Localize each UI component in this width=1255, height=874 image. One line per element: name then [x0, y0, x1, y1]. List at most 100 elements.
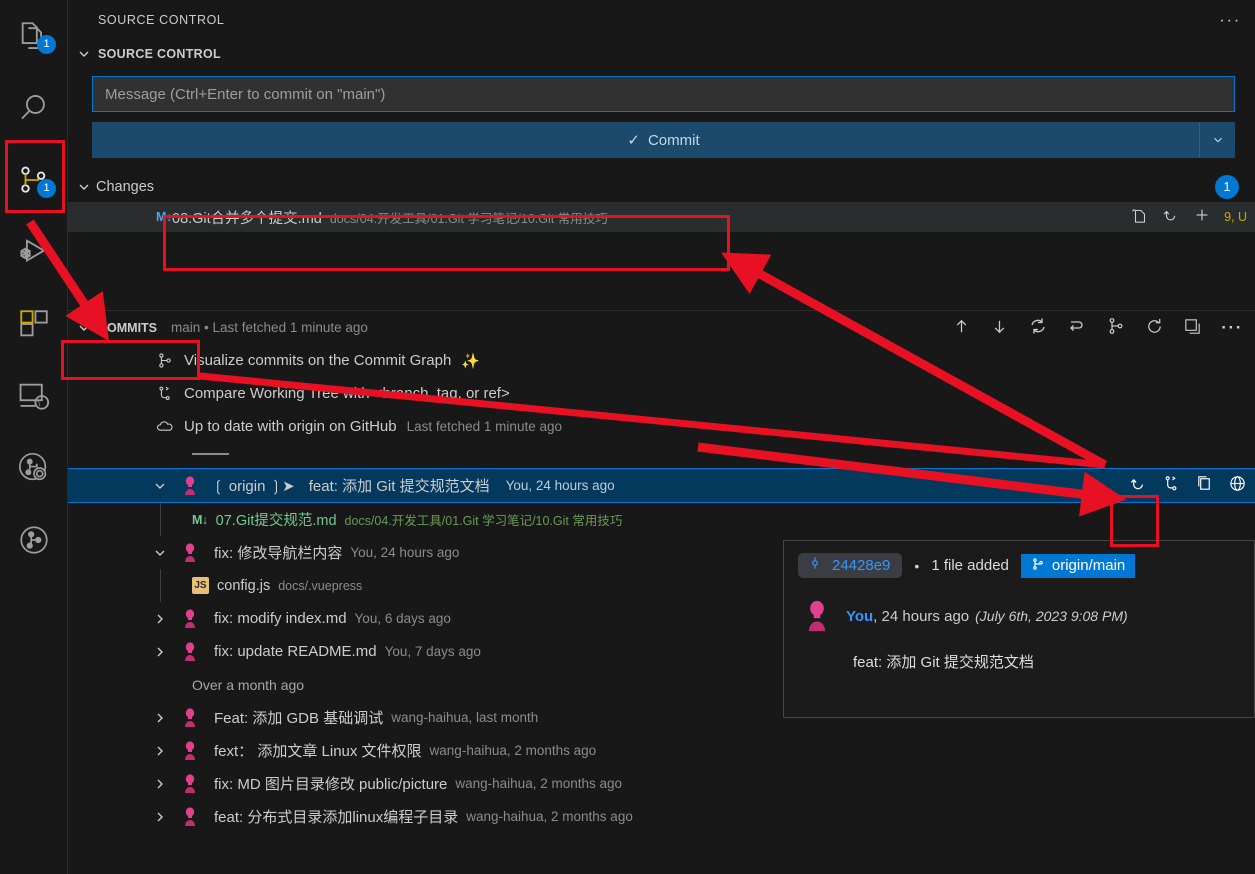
source-control-panel: SOURCE CONTROL ··· SOURCE CONTROL Messag… — [68, 0, 1255, 874]
panel-title-bar: SOURCE CONTROL ··· — [68, 0, 1255, 40]
chevron-right-icon[interactable] — [152, 710, 168, 726]
compare-icon — [156, 385, 174, 403]
command-label: Visualize commits on the Commit Graph — [184, 352, 452, 369]
chevron-right-icon[interactable] — [152, 809, 168, 825]
commit-message-input[interactable]: Message (Ctrl+Enter to commit on "main") — [92, 76, 1235, 112]
commit-sha-pill[interactable]: 24428e9 — [798, 553, 903, 578]
sidebar-item-explorer[interactable]: 1 — [0, 0, 68, 72]
refresh-icon[interactable] — [1145, 317, 1164, 339]
chevron-right-icon[interactable] — [152, 743, 168, 759]
sidebar-item-extensions[interactable] — [0, 288, 68, 360]
commit-row[interactable]: fix: MD 图片目录修改 public/picture wang-haihu… — [68, 767, 1255, 800]
commit-row[interactable]: fext： 添加文章 Linux 文件权限 wang-haihua, 2 mon… — [68, 734, 1255, 767]
commit-relative-time: , 24 hours ago — [873, 607, 970, 625]
vscode-window: 1 1 \ SOURCE CONTROL ··· SOURCE CONTROL … — [0, 0, 1255, 874]
file-path: docs/04.开发工具/01.Git 学习笔记/10.Git 常用技巧 — [344, 514, 623, 528]
commit-graph-icon[interactable] — [1106, 316, 1126, 339]
commit-meta: You, 6 days ago — [354, 611, 451, 626]
open-file-icon[interactable] — [1131, 206, 1149, 229]
sidebar-item-run-and-debug[interactable] — [0, 216, 68, 288]
sidebar-item-source-control[interactable]: 1 — [0, 144, 68, 216]
stage-changes-icon[interactable] — [1193, 206, 1211, 229]
commit-file-row[interactable]: M↓ 07.Git提交规范.md docs/04.开发工具/01.Git 学习笔… — [68, 503, 1255, 536]
commit-message: fix: modify index.md — [214, 610, 347, 627]
chevron-right-icon[interactable] — [152, 776, 168, 792]
hover-card-commit-message: feat: 添加 Git 提交规范文档 — [853, 654, 1034, 671]
commits-toolbar: ··· — [952, 316, 1243, 339]
commit-hover-card: 24428e9 • 1 file added origin/main You, … — [783, 540, 1255, 718]
switch-branch-icon[interactable] — [1067, 316, 1087, 339]
commit-author[interactable]: You — [846, 608, 873, 625]
commit-button-label: Commit — [647, 131, 700, 149]
changes-file-row[interactable]: M↓ 08.Git合并多个提交.md docs/04.开发工具/01.Git 学… — [68, 202, 1255, 232]
activity-bar: 1 1 \ — [0, 0, 68, 874]
files-changed-label: 1 file added — [931, 557, 1009, 574]
commit-message: fext： 添加文章 Linux 文件权限 — [214, 743, 422, 760]
copy-icon[interactable] — [1195, 474, 1214, 497]
file-path: docs/04.开发工具/01.Git 学习笔记/10.Git 常用技巧 — [329, 211, 608, 226]
command-up-to-date[interactable]: Up to date with origin on GitHub Last fe… — [68, 410, 1255, 443]
commit-message: Feat: 添加 GDB 基础调试 — [214, 710, 384, 727]
commit-check-icon: ✓ — [627, 132, 640, 149]
commit-meta: You, 24 hours ago — [505, 478, 615, 493]
commit-message: fix: update README.md — [214, 643, 377, 660]
source-control-badge: 1 — [37, 179, 56, 198]
compare-branch-icon[interactable] — [1162, 474, 1181, 497]
commit-meta: wang-haihua, 2 months ago — [455, 776, 623, 791]
chevron-down-icon[interactable] — [152, 478, 168, 494]
pull-icon[interactable] — [990, 317, 1009, 339]
commit-meta: You, 7 days ago — [384, 644, 481, 659]
hover-card-top-row: 24428e9 • 1 file added origin/main — [784, 541, 1254, 578]
tree-guide-line — [160, 503, 161, 536]
separator-dot: • — [914, 557, 920, 574]
open-on-remote-icon[interactable] — [1228, 474, 1247, 497]
chevron-right-icon[interactable] — [152, 644, 168, 660]
commit-message: fix: 修改导航栏内容 — [214, 545, 343, 562]
sidebar-item-gitlens-inspect[interactable] — [0, 432, 68, 504]
split-view-icon[interactable] — [1183, 317, 1202, 339]
explorer-badge: 1 — [37, 35, 56, 54]
revert-icon[interactable] — [1129, 474, 1148, 497]
commit-message: fix: MD 图片目录修改 public/picture — [214, 776, 448, 793]
chevron-down-icon — [76, 320, 92, 336]
commit-meta: wang-haihua, last month — [391, 710, 539, 725]
commit-row-actions — [1129, 474, 1247, 497]
commit-absolute-time: (July 6th, 2023 9:08 PM) — [975, 607, 1128, 624]
branch-pill[interactable]: origin/main — [1020, 553, 1136, 578]
command-compare-working-tree[interactable]: Compare Working Tree with <branch, tag, … — [68, 377, 1255, 410]
discard-changes-icon[interactable] — [1162, 206, 1180, 229]
commits-label: COMMITS — [98, 320, 158, 335]
changes-count-badge: 1 — [1215, 175, 1239, 199]
sidebar-item-search[interactable] — [0, 72, 68, 144]
command-visualize-commits[interactable]: Visualize commits on the Commit Graph ✨ — [68, 344, 1255, 377]
chevron-down-icon[interactable] — [152, 545, 168, 561]
panel-more-actions-icon[interactable]: ··· — [1219, 11, 1241, 28]
commit-graph-icon — [156, 352, 174, 370]
avatar — [182, 542, 198, 563]
commits-section-header[interactable]: COMMITS main • Last fetched 1 minute ago — [68, 310, 1255, 344]
sidebar-item-gitlens[interactable] — [0, 504, 68, 576]
file-name: 08.Git合并多个提交.md — [172, 210, 322, 227]
avatar — [182, 707, 198, 728]
commit-row[interactable]: ❲ origin ❳➤ feat: 添加 Git 提交规范文档 You, 24 … — [68, 468, 1255, 503]
commit-row[interactable]: feat: 分布式目录添加linux编程子目录 wang-haihua, 2 m… — [68, 800, 1255, 833]
file-name: 07.Git提交规范.md — [215, 513, 337, 529]
sync-icon[interactable] — [1028, 316, 1048, 339]
commit-button[interactable]: ✓ Commit — [92, 122, 1235, 158]
push-icon[interactable] — [952, 317, 971, 339]
avatar — [804, 600, 830, 633]
commit-icon — [808, 556, 822, 575]
chevron-right-icon[interactable] — [152, 611, 168, 627]
commit-dropdown-button[interactable] — [1199, 122, 1235, 158]
sidebar-item-remote-explorer[interactable]: \ — [0, 360, 68, 432]
changes-section-header[interactable]: Changes 1 — [68, 172, 1255, 202]
remote-explorer-icon: \ — [17, 379, 51, 413]
commit-message: feat: 添加 Git 提交规范文档 — [308, 478, 490, 495]
commit-meta: You, 24 hours ago — [350, 545, 460, 560]
avatar — [182, 806, 198, 827]
more-actions-icon[interactable]: ··· — [1221, 319, 1243, 336]
commit-message: feat: 分布式目录添加linux编程子目录 — [214, 809, 459, 826]
command-label: Up to date with origin on GitHub — [184, 418, 397, 435]
commits-subtitle: main • Last fetched 1 minute ago — [171, 320, 368, 335]
source-control-section-header[interactable]: SOURCE CONTROL — [68, 40, 1255, 68]
